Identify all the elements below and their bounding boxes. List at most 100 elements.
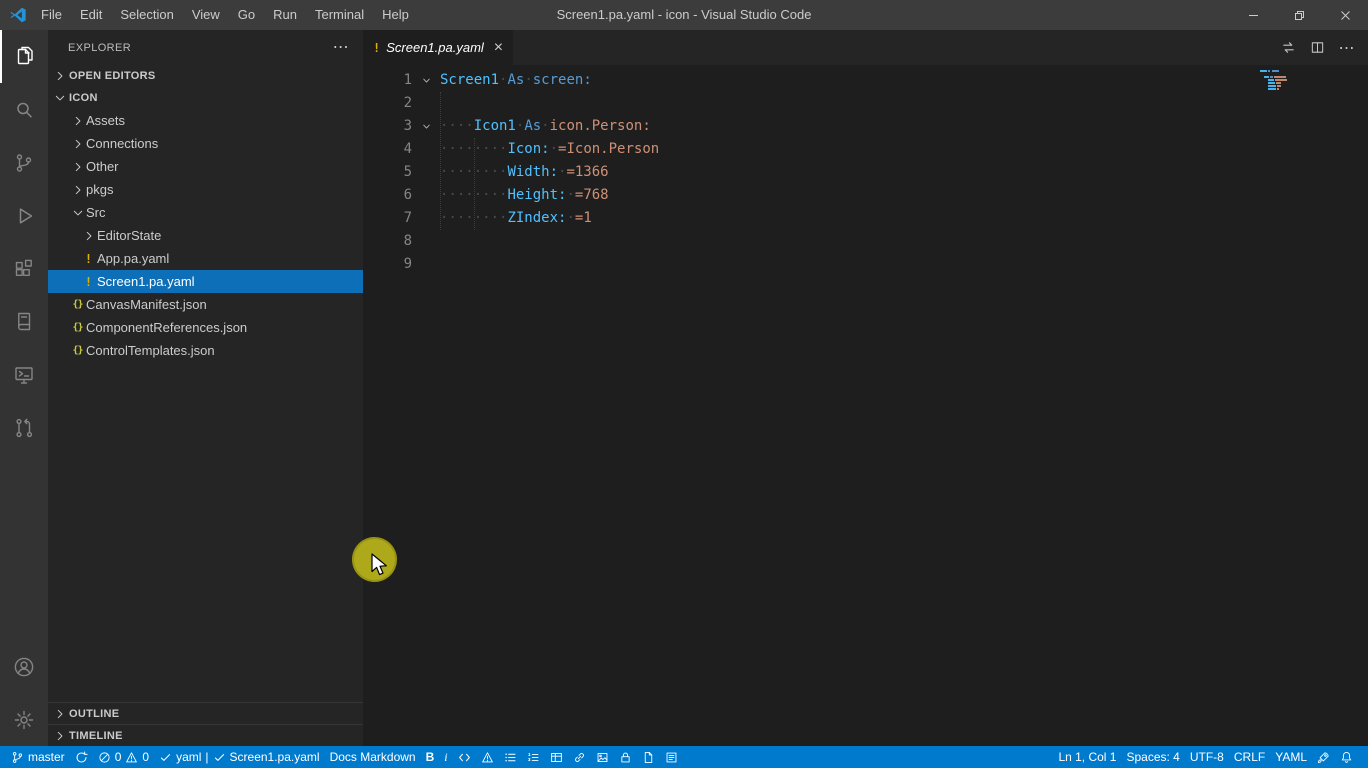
status-notifications[interactable]: [1335, 746, 1358, 768]
code-line-6[interactable]: 6 ········Height:·=768: [363, 184, 1368, 207]
tree-item-assets[interactable]: Assets: [48, 109, 363, 132]
minimap[interactable]: [1260, 70, 1294, 97]
code-line-8[interactable]: 8: [363, 230, 1368, 253]
status-problems[interactable]: 00: [93, 746, 154, 768]
status-cursor-position[interactable]: Ln 1, Col 1: [1053, 746, 1121, 768]
tree-item-screen1-pa-yaml[interactable]: ! Screen1.pa.yaml: [48, 270, 363, 293]
code-line-2[interactable]: 2: [363, 92, 1368, 115]
status-table-icon: [550, 751, 563, 764]
code-line-4[interactable]: 4 ········Icon:·=Icon.Person: [363, 138, 1368, 161]
tab-screen1-pa-yaml[interactable]: ! Screen1.pa.yaml ×: [363, 30, 514, 65]
activity-github-pull-requests[interactable]: [0, 401, 48, 454]
code-line-7[interactable]: 7 ········ZIndex:·=1: [363, 207, 1368, 230]
code-editor[interactable]: 1 Screen1·As·screen: 2 3 ····Icon1·As·icon.P…: [363, 65, 1368, 746]
status-docs-preview[interactable]: [637, 746, 660, 768]
json-file-icon: {}: [72, 322, 83, 333]
close-tab-icon[interactable]: ×: [494, 39, 503, 56]
menu-file[interactable]: File: [32, 0, 71, 30]
status-end-of-line[interactable]: CRLF: [1229, 746, 1270, 768]
activity-manage[interactable]: [0, 693, 48, 746]
tree-item-pkgs[interactable]: pkgs: [48, 178, 363, 201]
chevron-down-icon: [71, 206, 85, 220]
code-line-3[interactable]: 3 ····Icon1·As·icon.Person:: [363, 115, 1368, 138]
tree-item-other[interactable]: Other: [48, 155, 363, 178]
activity-search[interactable]: [0, 83, 48, 136]
status-encoding[interactable]: UTF-8: [1185, 746, 1229, 768]
activity-source-control[interactable]: [0, 136, 48, 189]
status-language-mode[interactable]: YAML: [1270, 746, 1312, 768]
menu-terminal[interactable]: Terminal: [306, 0, 373, 30]
activity-accounts[interactable]: [0, 640, 48, 693]
tree-item-controltemplates-json[interactable]: {} ControlTemplates.json: [48, 339, 363, 362]
menu-run[interactable]: Run: [264, 0, 306, 30]
status-lint-status[interactable]: yaml | Screen1.pa.yaml: [154, 746, 325, 768]
tree-item-src[interactable]: Src: [48, 201, 363, 224]
close-button[interactable]: [1322, 0, 1368, 30]
status-bold[interactable]: B: [421, 746, 440, 768]
fold-chevron-icon[interactable]: [412, 121, 440, 132]
yaml-warning-file-icon: !: [373, 40, 381, 55]
minimize-button[interactable]: [1230, 0, 1276, 30]
open-changes-glyph: [1281, 40, 1296, 55]
status-feedback[interactable]: [1312, 746, 1335, 768]
status-template[interactable]: [660, 746, 683, 768]
status-git-branch[interactable]: master: [6, 746, 70, 768]
timeline-label: TIMELINE: [69, 729, 123, 742]
fold-chevron-icon[interactable]: [412, 75, 440, 86]
status-indentation-text: Spaces: 4: [1126, 750, 1180, 764]
status-file-icon: [642, 751, 655, 764]
activity-remote-explorer[interactable]: [0, 348, 48, 401]
tree-item-label: Connections: [86, 136, 159, 151]
status-sync[interactable]: [70, 746, 93, 768]
status-lock-icon: [619, 751, 632, 764]
chevron-down-icon: [421, 75, 432, 86]
status-alert[interactable]: [476, 746, 499, 768]
tree-item-componentreferences-json[interactable]: {} ComponentReferences.json: [48, 316, 363, 339]
status-numbered-list[interactable]: [522, 746, 545, 768]
code-text: Screen1·As·screen:: [440, 72, 592, 88]
status-image-icon: [596, 751, 609, 764]
restore-button[interactable]: [1276, 0, 1322, 30]
tree-item-canvasmanifest-json[interactable]: {} CanvasManifest.json: [48, 293, 363, 316]
status-bulleted-list[interactable]: [499, 746, 522, 768]
status-indentation[interactable]: Spaces: 4: [1121, 746, 1184, 768]
activity-run-and-debug[interactable]: [0, 189, 48, 242]
status-code-snippet[interactable]: [453, 746, 476, 768]
activity-explorer[interactable]: [0, 30, 48, 83]
activity-docs[interactable]: [0, 295, 48, 348]
code-line-1[interactable]: 1 Screen1·As·screen:: [363, 69, 1368, 92]
timeline-section[interactable]: TIMELINE: [48, 724, 363, 746]
status-docs-markdown[interactable]: Docs Markdown: [325, 746, 421, 768]
status-code-icon: [458, 751, 471, 764]
outline-section[interactable]: OUTLINE: [48, 702, 363, 724]
code-line-5[interactable]: 5 ········Width:·=1366: [363, 161, 1368, 184]
chevron-right-icon: [69, 136, 86, 152]
menu-help[interactable]: Help: [373, 0, 418, 30]
status-italic-text: i: [444, 749, 448, 764]
status-problems-text: 0: [114, 750, 122, 764]
editor-more-actions-icon[interactable]: ⋯: [1333, 34, 1360, 61]
explorer-more-actions-icon[interactable]: ⋯: [333, 39, 349, 55]
code-lines: 1 Screen1·As·screen: 2 3 ····Icon1·As·icon.P…: [363, 69, 1368, 276]
tree-item-editorstate[interactable]: EditorState: [48, 224, 363, 247]
code-line-9[interactable]: 9: [363, 253, 1368, 276]
tree-item-app-pa-yaml[interactable]: ! App.pa.yaml: [48, 247, 363, 270]
open-changes-icon[interactable]: [1275, 34, 1302, 61]
activity-extensions[interactable]: [0, 242, 48, 295]
root-folder-section[interactable]: ICON: [48, 87, 363, 109]
menu-view[interactable]: View: [183, 0, 229, 30]
menu-go[interactable]: Go: [229, 0, 264, 30]
status-image[interactable]: [591, 746, 614, 768]
open-editors-section[interactable]: OPEN EDITORS: [48, 65, 363, 87]
chevron-down-icon: [69, 205, 86, 221]
status-table[interactable]: [545, 746, 568, 768]
menu-edit[interactable]: Edit: [71, 0, 111, 30]
sidebar-header: EXPLORER ⋯: [48, 30, 363, 65]
status-italic[interactable]: i: [439, 746, 452, 768]
chevron-right-icon: [69, 159, 86, 175]
status-non-localizable[interactable]: [614, 746, 637, 768]
split-editor-icon[interactable]: [1304, 34, 1331, 61]
tree-item-connections[interactable]: Connections: [48, 132, 363, 155]
status-link[interactable]: [568, 746, 591, 768]
menu-selection[interactable]: Selection: [111, 0, 182, 30]
